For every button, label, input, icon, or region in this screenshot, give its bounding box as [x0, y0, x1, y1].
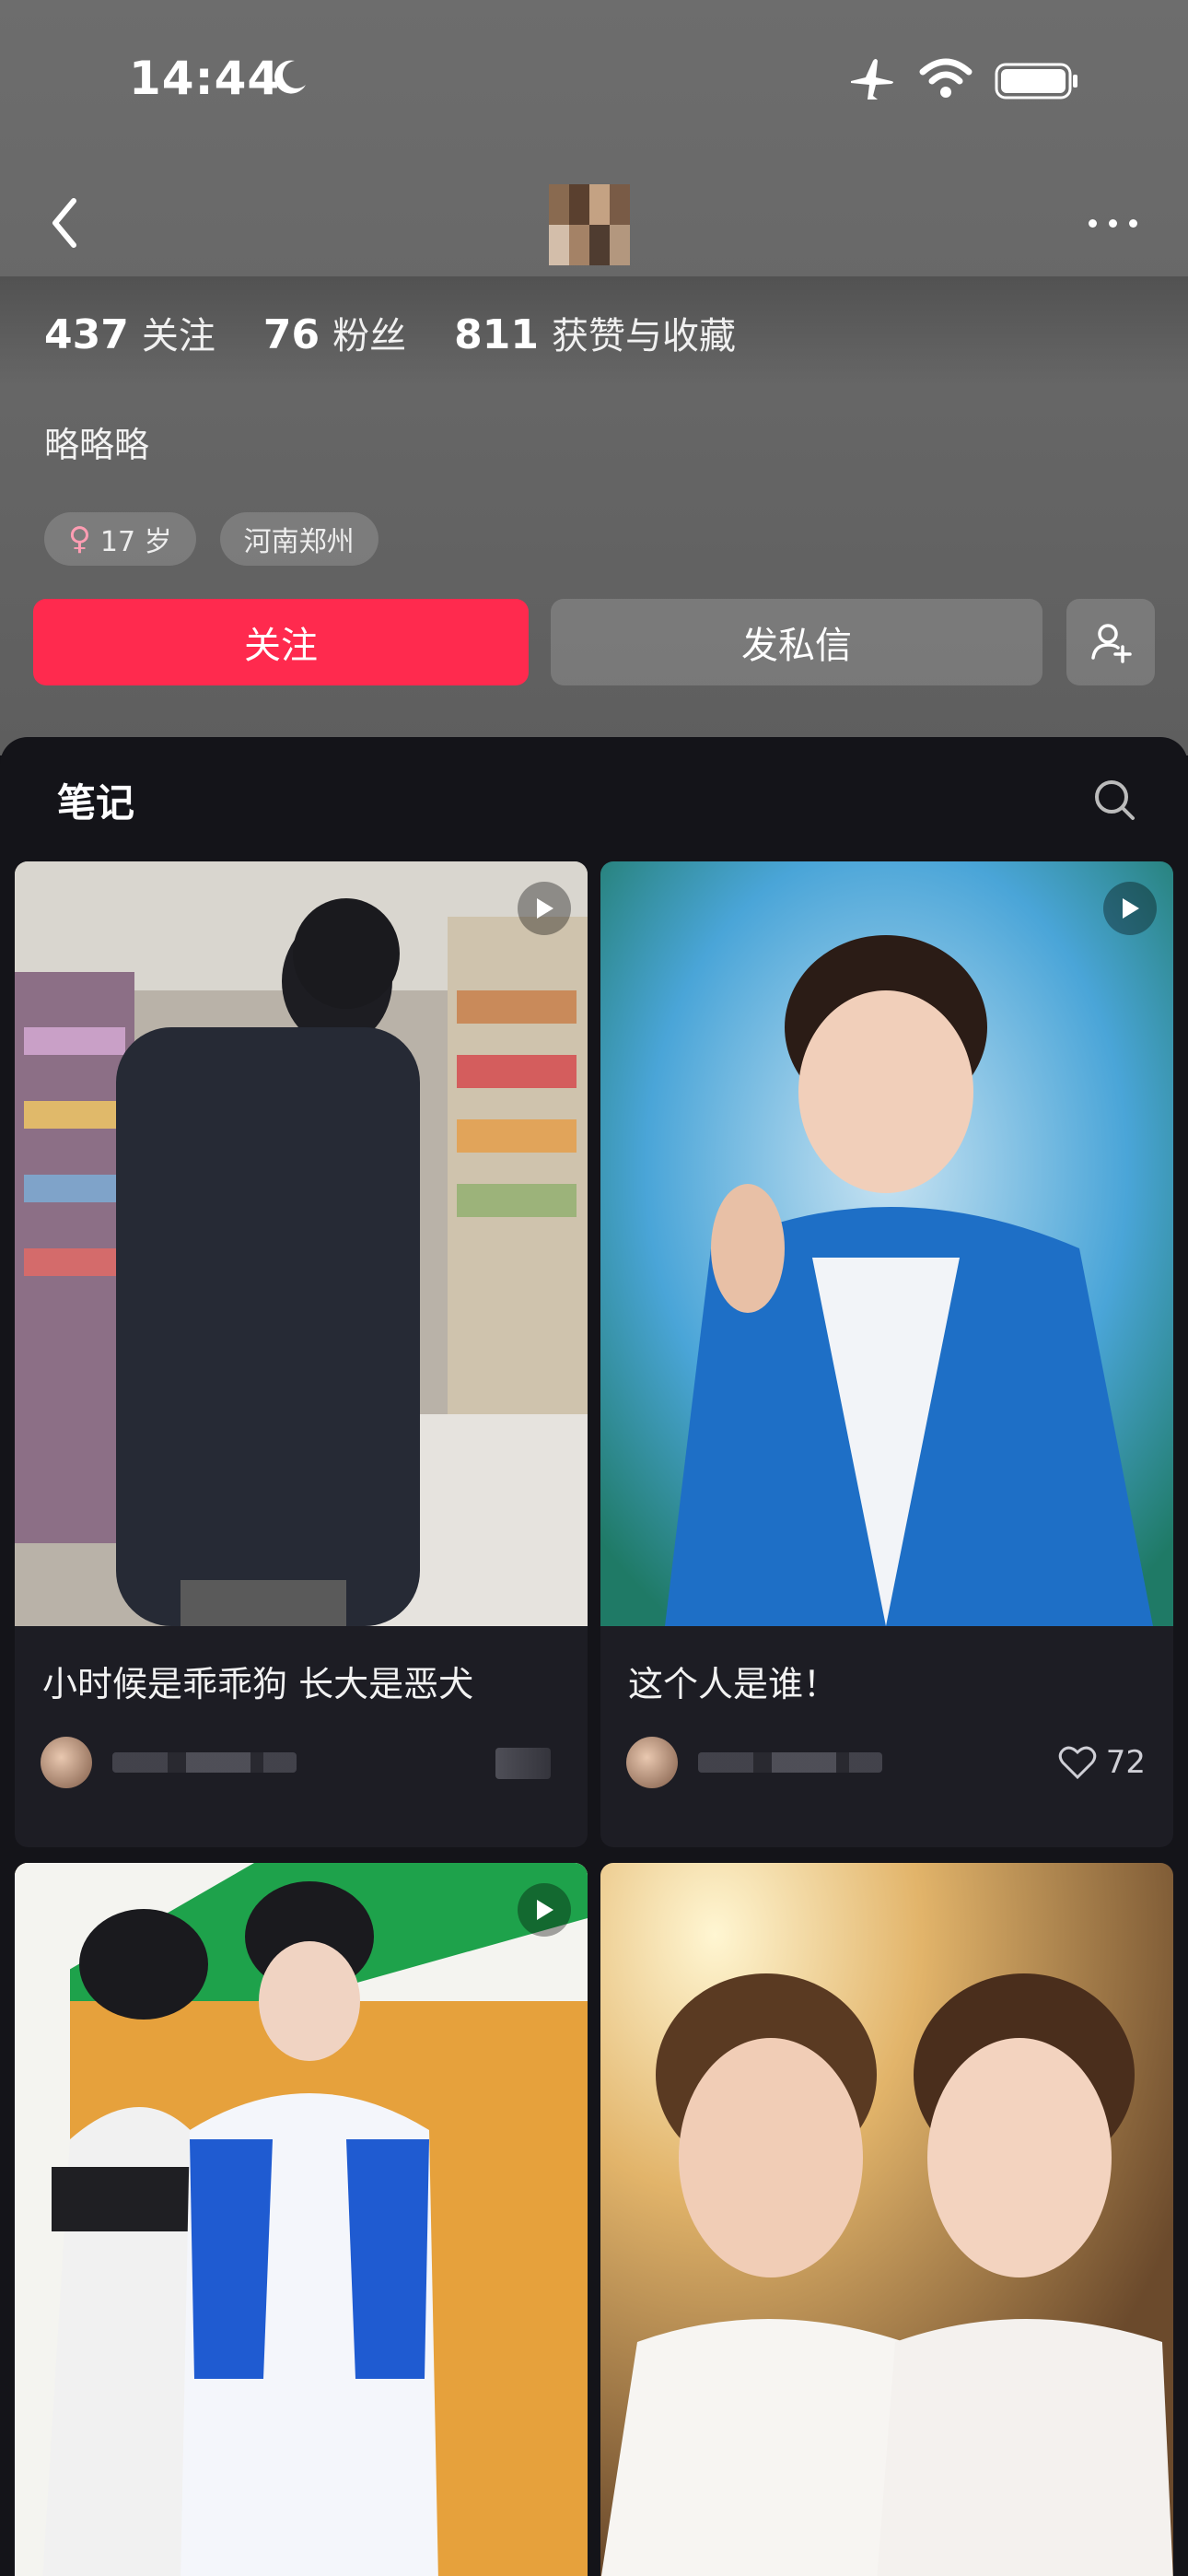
- search-icon[interactable]: [1092, 778, 1136, 822]
- video-play-icon: [518, 1883, 571, 1937]
- author-avatar: [41, 1737, 92, 1788]
- more-dots-icon: [1089, 219, 1097, 228]
- video-play-icon: [1103, 882, 1157, 935]
- stat-likes-collections[interactable]: 811 获赞与收藏: [454, 306, 736, 359]
- status-time: 14:44: [129, 52, 281, 105]
- female-icon: ♀: [68, 521, 91, 557]
- back-button[interactable]: [46, 193, 83, 252]
- add-user-icon: [1091, 624, 1132, 663]
- video-play-icon: [518, 882, 571, 935]
- battery-icon: [995, 63, 1077, 100]
- note-author[interactable]: [41, 1737, 297, 1788]
- message-button[interactable]: 发私信: [551, 599, 1042, 685]
- note-title: 这个人是谁！: [628, 1664, 839, 1704]
- stat-value: 76: [262, 311, 320, 358]
- profile-stats: 437 关注 76 粉丝 811 获赞与收藏: [44, 306, 784, 359]
- airplane-icon: [851, 59, 893, 100]
- more-dot: [1109, 219, 1117, 228]
- notes-panel: 笔记 小时候是乖乖狗 长大是恶犬 这个人是谁！ 72: [0, 737, 1188, 2576]
- like-count-value: 72: [1105, 1744, 1146, 1781]
- note-card[interactable]: [600, 1863, 1173, 2576]
- note-cover-image: [15, 861, 588, 1626]
- stat-label: 关注: [141, 315, 215, 357]
- tab-notes[interactable]: 笔记: [57, 772, 134, 828]
- profile-bio: 略略略: [44, 425, 150, 465]
- note-author[interactable]: [626, 1737, 882, 1788]
- more-button[interactable]: [1083, 210, 1142, 236]
- profile-tags: ♀ 17 岁 河南郑州: [44, 512, 402, 566]
- stat-label: 粉丝: [332, 315, 407, 357]
- like-count-blurred: [495, 1748, 551, 1779]
- stat-following[interactable]: 437 关注: [44, 306, 215, 359]
- author-name-blurred: [698, 1752, 882, 1773]
- avatar[interactable]: [549, 184, 630, 265]
- more-dot: [1129, 219, 1137, 228]
- stat-value: 811: [454, 311, 539, 358]
- tag-location-label: 河南郑州: [243, 526, 355, 558]
- add-user-button[interactable]: [1066, 599, 1155, 685]
- note-cover-image: [15, 1863, 588, 2576]
- like-count[interactable]: 72: [1058, 1744, 1146, 1781]
- author-name-blurred: [112, 1752, 297, 1773]
- note-card[interactable]: [15, 1863, 588, 2576]
- stat-followers[interactable]: 76 粉丝: [263, 306, 406, 359]
- notes-header: 笔记: [0, 737, 1188, 848]
- note-title: 小时候是乖乖狗 长大是恶犬: [42, 1664, 474, 1704]
- note-card[interactable]: 这个人是谁！ 72: [600, 861, 1173, 1847]
- author-avatar: [626, 1737, 678, 1788]
- status-bar: 14:44: [0, 0, 1188, 157]
- tag-age-label: 17 岁: [99, 526, 172, 558]
- heart-icon: [1058, 1746, 1096, 1780]
- tag-location: 河南郑州: [219, 512, 379, 566]
- tag-age: ♀ 17 岁: [44, 512, 196, 566]
- moon-icon: [274, 60, 306, 94]
- stat-value: 437: [44, 311, 129, 358]
- note-card[interactable]: 小时候是乖乖狗 长大是恶犬: [15, 861, 588, 1847]
- note-cover-image: [600, 861, 1173, 1626]
- follow-button[interactable]: 关注: [33, 599, 529, 685]
- wifi-icon: [919, 58, 973, 98]
- note-cover-image: [600, 1863, 1173, 2576]
- stat-label: 获赞与收藏: [551, 315, 736, 357]
